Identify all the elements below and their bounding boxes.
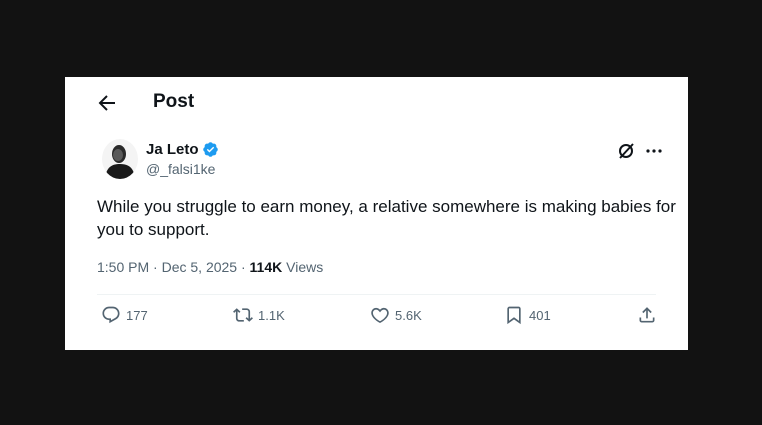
share-button[interactable] xyxy=(637,305,662,325)
share-icon xyxy=(639,307,655,323)
verified-badge-icon[interactable] xyxy=(202,141,219,158)
repost-button[interactable]: 1.1K xyxy=(233,305,285,325)
repost-icon xyxy=(233,308,253,322)
reply-icon xyxy=(102,306,120,324)
name-row: Ja Leto xyxy=(146,141,219,158)
post-date[interactable]: Dec 5, 2025 xyxy=(162,259,238,275)
bookmark-icon xyxy=(507,306,521,325)
reply-count: 177 xyxy=(126,307,148,323)
more-icon[interactable] xyxy=(643,141,665,161)
repost-count: 1.1K xyxy=(258,307,285,323)
post-header: Post xyxy=(65,77,688,127)
like-button[interactable]: 5.6K xyxy=(370,305,422,325)
grok-icon[interactable] xyxy=(616,141,636,161)
page-title: Post xyxy=(153,91,195,112)
like-count: 5.6K xyxy=(395,307,422,323)
post-text: While you struggle to earn money, a rela… xyxy=(97,197,676,239)
action-bar: 177 1.1K 5.6K 401 xyxy=(65,305,688,331)
like-icon xyxy=(371,307,389,323)
post-time[interactable]: 1:50 PM xyxy=(97,259,149,275)
handle[interactable]: @_falsi1ke xyxy=(146,161,215,177)
divider xyxy=(97,294,656,295)
bookmark-button[interactable]: 401 xyxy=(504,305,551,325)
views-label: Views xyxy=(286,259,324,275)
views-count: 114K xyxy=(249,259,283,275)
meta-separator: · xyxy=(240,259,246,275)
avatar[interactable] xyxy=(102,139,138,179)
display-name[interactable]: Ja Leto xyxy=(146,141,199,158)
post-meta: 1:50 PM · Dec 5, 2025 · 114K Views xyxy=(97,259,323,275)
post-author: Ja Leto @_falsi1ke xyxy=(102,139,642,183)
meta-separator: · xyxy=(153,259,158,275)
reply-button[interactable]: 177 xyxy=(101,305,148,325)
bookmark-count: 401 xyxy=(529,307,551,323)
back-arrow-icon[interactable] xyxy=(95,91,119,115)
post-card: Post Ja Leto @_falsi1ke While you strugg… xyxy=(65,77,688,350)
